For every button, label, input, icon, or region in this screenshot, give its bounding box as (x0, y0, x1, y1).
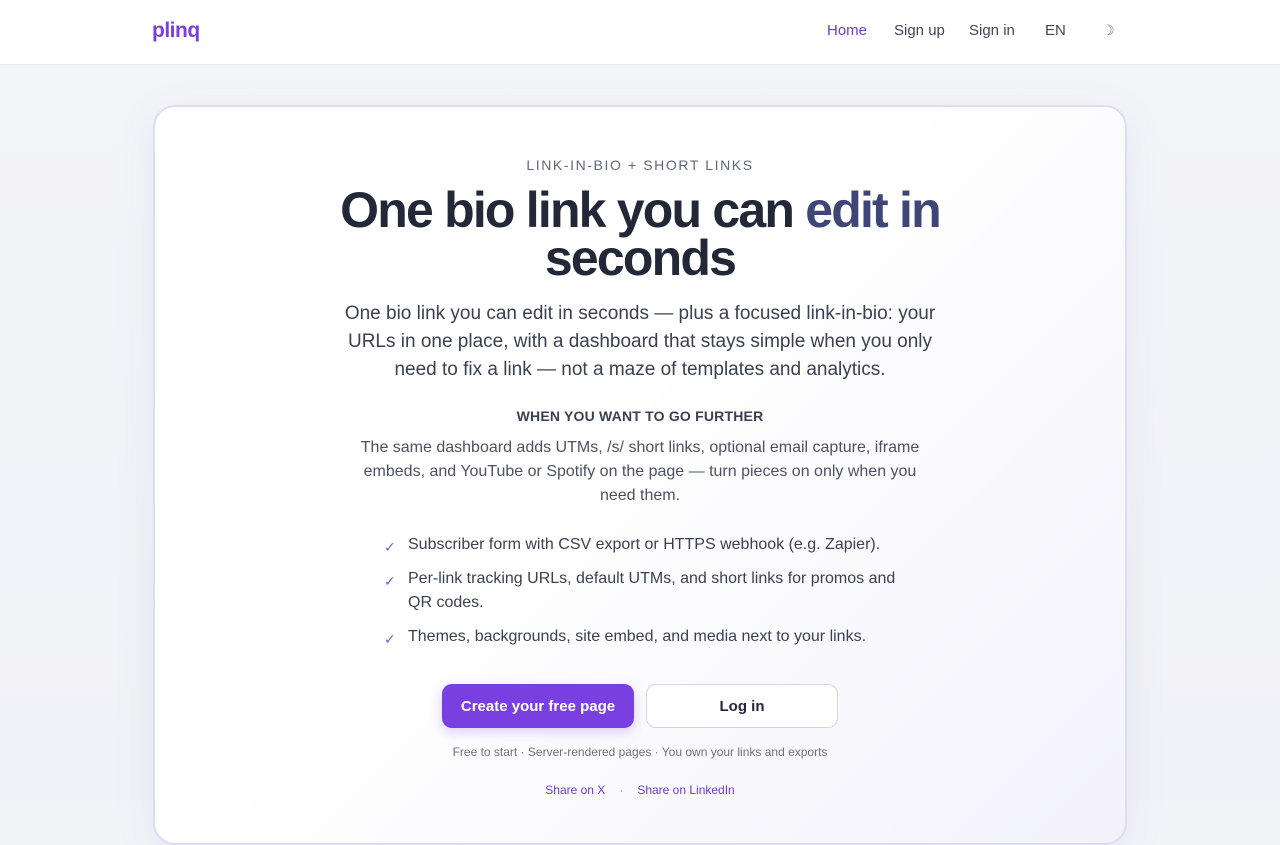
further-heading: WHEN YOU WANT TO GO FURTHER (516, 408, 764, 424)
hero-eyebrow: LINK-IN-BIO + SHORT LINKS (526, 157, 754, 173)
hero-headline: One bio link you can edit in seconds (0, 185, 1280, 286)
feature-item: ✓ Themes, backgrounds, site embed, and m… (384, 625, 904, 649)
headline-accent: edit in (805, 182, 941, 238)
nav-signup-link[interactable]: Sign up (894, 22, 945, 39)
share-on-linkedin-link[interactable]: Share on LinkedIn (637, 783, 734, 797)
share-on-x-link[interactable]: Share on X (545, 783, 605, 797)
log-in-button[interactable]: Log in (646, 684, 838, 728)
share-links: Share on X · Share on LinkedIn (0, 783, 1280, 797)
further-text: The same dashboard adds UTMs, /s/ short … (360, 439, 920, 504)
nav-signin-link[interactable]: Sign in (969, 22, 1015, 39)
top-navigation-bar: plinq Home Sign up Sign in EN ☽ (0, 0, 1280, 65)
check-icon: ✓ (384, 539, 396, 555)
feature-text: Per-link tracking URLs, default UTMs, an… (408, 570, 896, 611)
share-separator: · (619, 783, 624, 797)
create-free-page-button[interactable]: Create your free page (442, 684, 634, 728)
feature-item: ✓ Subscriber form with CSV export or HTT… (384, 533, 904, 557)
hero-footnote: Free to start · Server-rendered pages · … (452, 745, 828, 759)
feature-list: ✓ Subscriber form with CSV export or HTT… (384, 533, 904, 659)
feature-text: Themes, backgrounds, site embed, and med… (408, 628, 867, 645)
check-icon: ✓ (384, 631, 396, 647)
headline-line2: seconds (544, 230, 737, 286)
feature-item: ✓ Per-link tracking URLs, default UTMs, … (384, 567, 904, 615)
language-switcher[interactable]: EN (1045, 22, 1066, 39)
moon-icon[interactable]: ☽ (1102, 22, 1115, 39)
hero-subtitle: One bio link you can edit in seconds — p… (344, 303, 936, 380)
nav-home-link[interactable]: Home (827, 22, 867, 39)
feature-text: Subscriber form with CSV export or HTTPS… (408, 536, 881, 553)
main-nav: Home Sign up Sign in EN ☽ (0, 22, 1280, 44)
check-icon: ✓ (384, 573, 396, 589)
